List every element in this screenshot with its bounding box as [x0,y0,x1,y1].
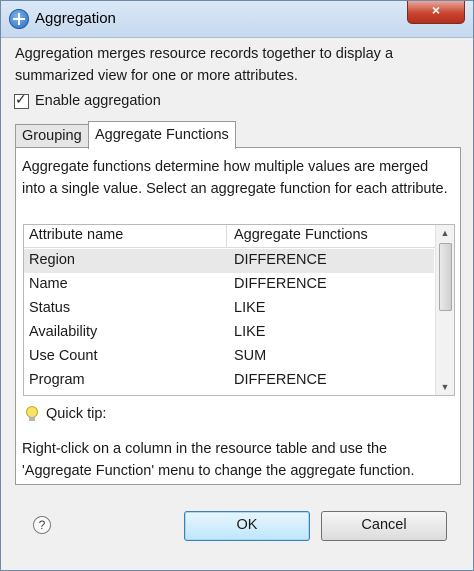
attribute-name-cell: Status [29,300,71,316]
help-icon[interactable]: ? [33,516,51,534]
enable-aggregation-checkbox[interactable] [14,91,29,109]
aggregate-function-cell[interactable]: LIKE [234,324,265,340]
aggregate-function-cell[interactable]: SUM [234,348,266,364]
scroll-down-arrow-icon[interactable]: ▼ [436,379,454,395]
cancel-button[interactable]: Cancel [321,511,447,541]
aggregate-function-cell[interactable]: DIFFERENCE [234,276,327,292]
attribute-name-cell: Region [29,252,75,268]
aggregate-function-cell[interactable]: DIFFERENCE [234,252,327,268]
table-row[interactable]: Use Count SUM [24,345,434,369]
column-header-attribute-name[interactable]: Attribute name [29,227,123,243]
scrollbar-thumb[interactable] [439,243,452,311]
table-row[interactable]: Program DIFFERENCE [24,369,434,393]
aggregate-functions-panel: Aggregate functions determine how multip… [15,147,461,485]
ok-button[interactable]: OK [184,511,310,541]
window-title: Aggregation [35,10,116,27]
table-row[interactable]: Status LIKE [24,297,434,321]
aggregate-function-cell[interactable]: DIFFERENCE [234,372,327,388]
aggregation-dialog: Aggregation × Aggregation merges resourc… [0,0,474,571]
quick-tip-text: Right-click on a column in the resource … [22,441,415,479]
app-plus-icon [9,9,29,29]
column-divider[interactable] [226,225,227,247]
attribute-table: Attribute name Aggregate Functions Regio… [23,224,455,396]
tab-grouping[interactable]: Grouping [15,124,89,148]
enable-aggregation-label[interactable]: Enable aggregation [35,93,161,109]
aggregate-function-cell[interactable]: LIKE [234,300,265,316]
table-row[interactable]: Region DIFFERENCE [24,249,434,273]
quick-tip-label: Quick tip: [46,406,107,422]
table-header: Attribute name Aggregate Functions [24,225,436,248]
attribute-name-cell: Use Count [29,348,98,364]
intro-text: Aggregation merges resource records toge… [15,46,394,84]
column-header-aggregate-functions[interactable]: Aggregate Functions [234,227,368,243]
close-button[interactable]: × [407,1,465,24]
attribute-name-cell: Name [29,276,68,292]
close-icon: × [431,2,441,18]
table-row[interactable]: Name DIFFERENCE [24,273,434,297]
table-vertical-scrollbar[interactable]: ▲ ▼ [435,225,454,395]
table-row[interactable]: Availability LIKE [24,321,434,345]
lightbulb-icon [26,406,38,421]
panel-description: Aggregate functions determine how multip… [22,159,448,197]
tab-aggregate-functions[interactable]: Aggregate Functions [88,121,236,149]
scroll-up-arrow-icon[interactable]: ▲ [436,225,454,241]
attribute-name-cell: Program [29,372,85,388]
attribute-name-cell: Availability [29,324,98,340]
title-bar: Aggregation × [1,1,473,38]
